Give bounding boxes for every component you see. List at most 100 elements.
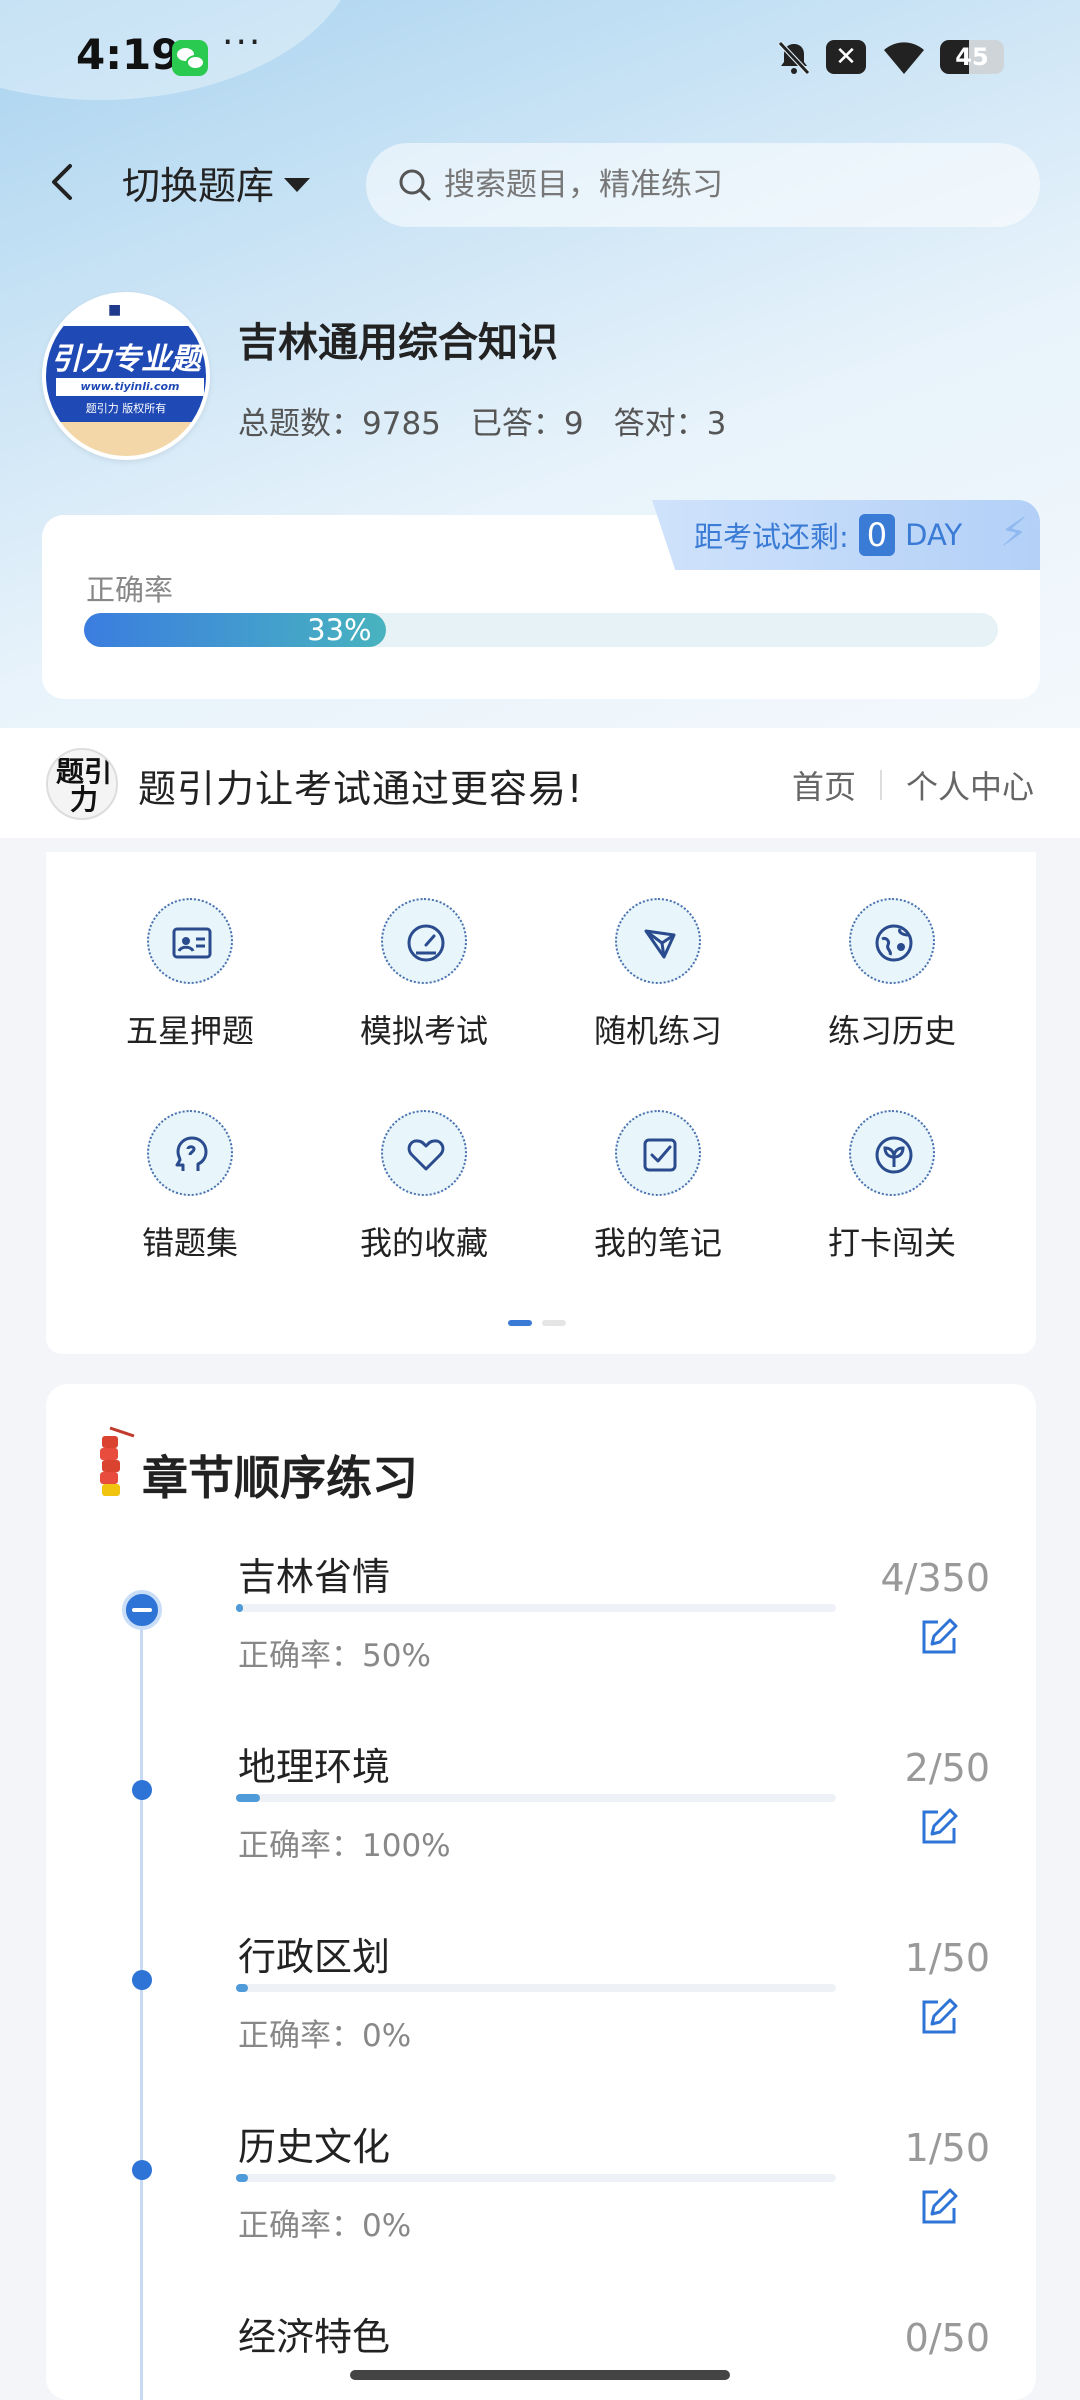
globe-icon <box>849 898 935 984</box>
search-icon <box>399 169 431 201</box>
logo-copyright: 题引力 版权所有 <box>85 402 167 415</box>
firecracker-icon <box>100 1426 135 1496</box>
exam-countdown-badge: 距考试还剩: 0 DAY ⚡ <box>652 500 1040 570</box>
id-card-icon <box>147 898 233 984</box>
grid-label: 我的收藏 <box>359 1224 488 1262</box>
chapter-row[interactable]: 行政区划 正确率：0% 1/50 <box>46 1926 1036 2116</box>
grid-item-wrong-answers[interactable]: 错题集 <box>90 1110 290 1264</box>
answered-count: 已答：9 <box>470 406 584 442</box>
grid-label: 错题集 <box>141 1224 238 1262</box>
status-time: 4:19 <box>76 30 181 79</box>
grid-item-mock-exam[interactable]: 模拟考试 <box>324 898 524 1052</box>
accuracy-progress-track: 33% <box>84 613 998 647</box>
chapter-progress-fill <box>236 1604 243 1612</box>
wifi-icon <box>884 42 924 74</box>
grid-label: 练习历史 <box>827 1012 956 1050</box>
promo-strip: 题引力 题引力让考试通过更容易! 首页 个人中心 <box>0 728 1080 838</box>
countdown-label: 距考试还剩: <box>694 520 849 554</box>
note-check-icon <box>615 1110 701 1196</box>
chapter-progress-track <box>236 1604 836 1612</box>
home-indicator[interactable] <box>350 2370 730 2380</box>
grid-label: 我的笔记 <box>593 1224 722 1262</box>
edit-icon[interactable] <box>916 1996 960 2040</box>
chapter-progress-fill <box>236 1794 260 1802</box>
chapter-count: 0/50 <box>904 2316 990 2360</box>
grid-pager <box>508 1320 566 1326</box>
chapter-accuracy: 正确率：0% <box>238 2018 412 2054</box>
grid-label: 打卡闯关 <box>827 1224 956 1262</box>
battery-percent: 45 <box>955 43 989 71</box>
brand-logo: 题引力 <box>46 748 118 820</box>
edit-icon[interactable] <box>916 1616 960 1660</box>
home-link[interactable]: 首页 <box>792 762 856 808</box>
search-input[interactable] <box>444 167 1004 203</box>
grid-item-check-in[interactable]: 打卡闯关 <box>792 1110 992 1264</box>
grid-item-five-star[interactable]: 五星押题 <box>90 898 290 1052</box>
chapter-progress-track <box>236 1984 836 1992</box>
caret-down-icon <box>284 177 311 192</box>
status-bar: 4:19 ··· ✕ 45 <box>0 0 1080 120</box>
collapse-node-icon[interactable] <box>122 1590 162 1630</box>
profile-link[interactable]: 个人中心 <box>906 762 1034 808</box>
back-arrow-icon[interactable] <box>40 158 88 206</box>
chapter-row[interactable]: 经济特色 0/50 <box>46 2306 1036 2400</box>
grid-item-notes[interactable]: 我的笔记 <box>558 1110 758 1264</box>
bank-stats: 总题数：9785 已答：9 答对：3 <box>238 398 726 443</box>
chapter-count: 4/350 <box>880 1556 990 1600</box>
chapter-row[interactable]: 吉林省情 正确率：50% 4/350 <box>46 1546 1036 1736</box>
chapter-name: 历史文化 <box>238 2125 391 2169</box>
bank-title: 吉林通用综合知识 <box>238 320 558 366</box>
heart-icon <box>381 1110 467 1196</box>
grid-item-random-practice[interactable]: 随机练习 <box>558 898 758 1052</box>
grid-item-favorites[interactable]: 我的收藏 <box>324 1110 524 1264</box>
edit-icon[interactable] <box>916 2186 960 2230</box>
chapter-row[interactable]: 历史文化 正确率：0% 1/50 <box>46 2116 1036 2306</box>
switch-bank-label: 切换题库 <box>122 164 275 208</box>
link-divider <box>879 770 882 800</box>
grid-item-history[interactable]: 练习历史 <box>792 898 992 1052</box>
promo-slogan: 题引力让考试通过更容易! <box>138 767 584 811</box>
pager-dot[interactable] <box>542 1320 566 1326</box>
more-dots-icon: ··· <box>222 22 263 63</box>
section-title: 章节顺序练习 <box>142 1451 418 1505</box>
chapter-name: 经济特色 <box>238 2315 391 2359</box>
chapter-count: 1/50 <box>904 1936 990 1980</box>
lightning-icon: ⚡ <box>999 510 1028 556</box>
correct-count: 答对：3 <box>613 406 727 442</box>
chapter-progress-track <box>236 2174 836 2182</box>
head-icon <box>147 1110 233 1196</box>
timeline-node <box>132 1780 152 1800</box>
logo-title: 引力专业题 <box>51 342 201 377</box>
chapter-accuracy: 正确率：50% <box>238 1638 431 1674</box>
close-box-icon: ✕ <box>826 40 866 74</box>
timeline-node <box>132 1970 152 1990</box>
battery-icon: 45 <box>940 40 1004 74</box>
grid-label: 五星押题 <box>125 1012 254 1050</box>
switch-bank-button[interactable]: 切换题库 <box>122 155 311 210</box>
random-icon <box>615 898 701 984</box>
accuracy-label: 正确率 <box>86 573 174 607</box>
chapter-progress-fill <box>236 1984 248 1992</box>
chapter-count: 1/50 <box>904 2126 990 2170</box>
chapter-progress-track <box>236 1794 836 1802</box>
chapter-accuracy: 正确率：100% <box>238 1828 451 1864</box>
timeline-node <box>132 2160 152 2180</box>
chapter-name: 地理环境 <box>238 1745 391 1789</box>
logo-url: www.tiyinli.com <box>56 378 204 396</box>
search-bar[interactable] <box>366 143 1040 227</box>
promo-links: 首页 个人中心 <box>792 762 1034 808</box>
bell-off-icon <box>778 41 810 75</box>
edit-icon[interactable] <box>916 1806 960 1850</box>
chapter-practice-card: 章节顺序练习 吉林省情 正确率：50% 4/350 地理环境 正确率：100% … <box>46 1384 1036 2400</box>
chapter-accuracy: 正确率：0% <box>238 2208 412 2244</box>
gauge-icon <box>381 898 467 984</box>
pager-dot-active[interactable] <box>508 1320 532 1326</box>
chapter-name: 吉林省情 <box>238 1555 391 1599</box>
chapter-progress-fill <box>236 2174 248 2182</box>
countdown-unit: DAY <box>905 518 963 552</box>
total-questions: 总题数：9785 <box>238 406 441 442</box>
chapter-row[interactable]: 地理环境 正确率：100% 2/50 <box>46 1736 1036 1926</box>
countdown-value: 0 <box>858 514 896 556</box>
grid-label: 随机练习 <box>593 1012 722 1050</box>
accuracy-progress-fill: 33% <box>84 613 386 647</box>
